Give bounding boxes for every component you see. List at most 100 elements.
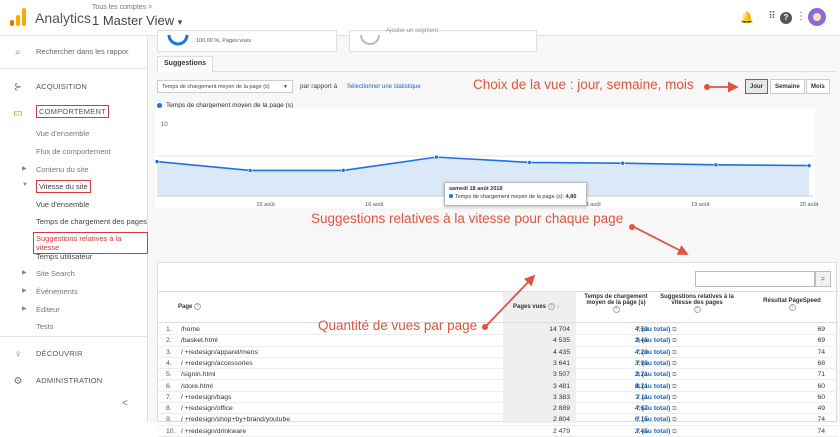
col-pageviews[interactable]: Pages vues ? ↓ <box>513 303 559 310</box>
external-link-icon: ⧉ <box>672 360 677 367</box>
row-suggestions-link[interactable]: 7 (au total) ⧉ <box>636 416 677 424</box>
col-page[interactable]: Page ? <box>178 303 202 310</box>
data-point[interactable] <box>247 168 253 173</box>
row-page-link[interactable]: / +redesign/drinkware <box>181 428 246 435</box>
row-page-link[interactable]: / +redesign/apparel/mens <box>181 349 258 356</box>
data-point[interactable] <box>620 160 626 166</box>
row-page-link[interactable]: /basket.html <box>181 337 218 344</box>
external-link-icon: ⧉ <box>672 394 677 401</box>
table-row[interactable]: 6./store.html 3 481 8,21 8 (au total) ⧉ 60 <box>158 381 838 392</box>
data-point[interactable] <box>434 154 439 160</box>
row-number: 2. <box>166 337 172 345</box>
apps-icon[interactable]: ⠿ <box>765 11 779 22</box>
annotation-marker <box>482 324 488 330</box>
row-suggestions-link[interactable]: 7 (au total) ⧉ <box>636 326 677 334</box>
annotation-suggestions: Suggestions relatives à la vitesse pour … <box>311 211 624 226</box>
table-row[interactable]: 5./signin.html 3 507 2,21 8 (au total) ⧉ 71 <box>158 369 838 381</box>
table-row[interactable]: 3. / +redesign/apparel/mens 4 435 4,29 7 (au… <box>158 347 838 358</box>
row-pageviews: 3 481 <box>552 382 570 390</box>
avatar[interactable] <box>808 8 826 26</box>
y-tick-label: 10 <box>161 122 168 128</box>
table-row[interactable]: 10. / +redesign/drinkware 2 479 2,45 7 (au t… <box>158 426 838 437</box>
search-input[interactable]: Rechercher dans les rappor <box>36 47 129 56</box>
view-name: 1 Master View <box>92 13 175 28</box>
row-pagespeed: 69 <box>817 337 825 345</box>
external-link-icon: ⧉ <box>672 383 677 390</box>
tooltip-value: 4,86 <box>565 194 577 200</box>
row-number: 4. <box>166 359 172 367</box>
row-page-link[interactable]: / +redesign/accessories <box>181 360 253 367</box>
table-header: Page ? Pages vues ? ↓ Temps de chargemen… <box>158 291 838 323</box>
table-search-input[interactable] <box>695 271 815 287</box>
row-page-link[interactable]: /home <box>181 326 200 333</box>
row-pagespeed: 60 <box>817 393 825 401</box>
row-suggestions-link[interactable]: 8 (au total) ⧉ <box>636 371 677 379</box>
col-load-time[interactable]: Temps de chargement moyen de la page (s)… <box>581 294 651 313</box>
row-number: 1. <box>166 326 172 333</box>
data-point[interactable] <box>154 159 160 164</box>
more-icon[interactable]: ⋮ <box>794 11 808 22</box>
x-tick-label: 19 août <box>691 202 710 208</box>
row-pageviews: 4 435 <box>552 348 570 356</box>
main-content: 100,00 %, Pages vues Ajouter un segment … <box>149 28 840 437</box>
table-row[interactable]: 4. / +redesign/accessories 3 641 3,93 7 (au … <box>158 358 838 370</box>
help-icon[interactable]: ? <box>612 306 620 313</box>
row-number: 10. <box>166 427 176 435</box>
row-suggestions-link[interactable]: 7 (au total) ⧉ <box>636 405 677 413</box>
row-number: 8. <box>166 405 172 413</box>
data-point[interactable] <box>713 162 719 168</box>
row-page-link[interactable]: / +redesign/shop+by+brand/youtube <box>181 416 290 423</box>
data-point[interactable] <box>806 163 812 168</box>
view-selector[interactable]: 1 Master View ▾ <box>92 13 182 28</box>
help-icon[interactable]: ? <box>693 306 701 313</box>
data-point[interactable] <box>527 160 532 165</box>
table-row[interactable]: 2./basket.html 4 535 2,46 9 (au total) ⧉ 69 <box>158 335 838 347</box>
row-page-link[interactable]: / +redesign/office <box>181 405 233 412</box>
row-pageviews: 4 535 <box>552 337 570 345</box>
row-pageviews: 2 479 <box>552 427 570 435</box>
external-link-icon: ⧉ <box>672 338 677 345</box>
help-icon[interactable]: ? <box>780 12 792 24</box>
behavior-icon: ▭ <box>13 108 23 119</box>
sort-desc-icon[interactable]: ↓ <box>556 304 559 310</box>
help-icon[interactable]: ? <box>547 303 555 310</box>
external-link-icon: ⧉ <box>672 428 677 435</box>
help-icon[interactable]: ? <box>194 303 202 310</box>
expand-arrow-icon: ▶ <box>22 270 27 276</box>
x-tick-label: 15 août <box>256 202 275 208</box>
row-pageviews: 3 383 <box>552 393 570 401</box>
collapse-arrow-icon: ▼ <box>22 182 28 188</box>
row-page-link[interactable]: /store.html <box>181 383 213 390</box>
analytics-logo-icon[interactable] <box>10 8 26 26</box>
table-row[interactable]: 1./home 14 704 4,50 7 (au total) ⧉ 69 <box>158 324 838 336</box>
row-pagespeed: 60 <box>817 382 825 390</box>
row-pageviews: 2 889 <box>552 405 570 413</box>
row-suggestions-link[interactable]: 8 (au total) ⧉ <box>636 383 677 391</box>
expand-arrow-icon: ▶ <box>22 306 27 312</box>
row-suggestions-link[interactable]: 7 (au total) ⧉ <box>636 349 677 357</box>
row-suggestions-link[interactable]: 9 (au total) ⧉ <box>636 337 677 345</box>
chevron-down-icon: ▾ <box>177 17 183 27</box>
collapse-sidebar-icon[interactable]: < <box>122 398 128 409</box>
annotation-view-choice: Choix de la vue : jour, semaine, mois <box>473 77 694 92</box>
bell-icon[interactable]: 🔔 <box>740 11 754 24</box>
external-link-icon: ⧉ <box>672 372 677 379</box>
row-pagespeed: 69 <box>817 326 825 333</box>
sidebar: ⌕ Rechercher dans les rappor ⊱ ACQUISITI… <box>0 36 148 422</box>
data-point[interactable] <box>340 168 346 173</box>
table-row[interactable]: 8. / +redesign/office 2 889 4,67 7 (au total… <box>158 403 838 415</box>
col-suggestions[interactable]: Suggestions relatives à la vitesse des p… <box>652 294 742 313</box>
annotation-views: Quantité de vues par page <box>318 318 478 333</box>
row-suggestions-link[interactable]: 7 (au total) ⧉ <box>636 394 677 402</box>
row-suggestions-link[interactable]: 7 (au total) ⧉ <box>636 360 677 368</box>
account-breadcrumb[interactable]: Tous les comptes > <box>92 4 152 11</box>
table-row[interactable]: 9. / +redesign/shop+by+brand/youtube 2 804… <box>158 414 838 426</box>
help-icon[interactable]: ? <box>788 304 796 311</box>
search-icon[interactable]: ⌕ <box>815 271 831 287</box>
col-pagespeed[interactable]: Résultat PageSpeed? <box>748 298 836 311</box>
row-page-link[interactable]: / +redesign/bags <box>181 394 231 401</box>
row-page-link[interactable]: /signin.html <box>181 371 215 378</box>
table-row[interactable]: 7. / +redesign/bags 3 383 3,11 7 (au total) … <box>158 392 838 404</box>
row-suggestions-link[interactable]: 7 (au total) ⧉ <box>636 428 677 436</box>
annotation-marker <box>704 84 710 90</box>
